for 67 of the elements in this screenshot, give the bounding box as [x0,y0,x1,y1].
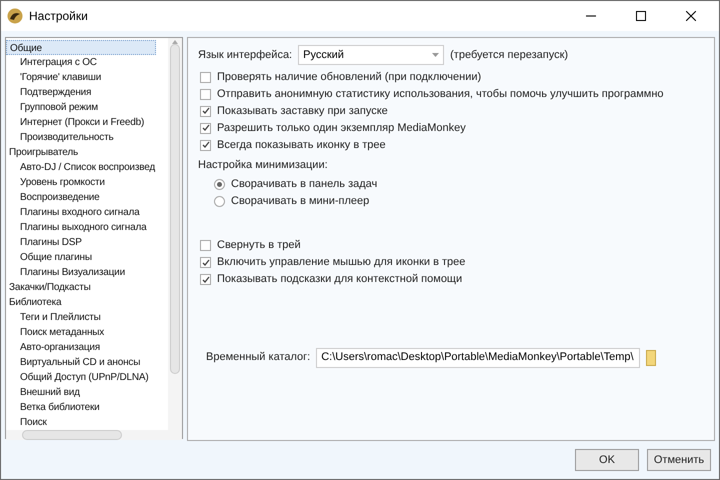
checkmark-icon [202,276,210,284]
maximize-icon [636,11,646,21]
dialog-button[interactable]: Отменить [647,449,711,471]
checkbox-label: Свернуть в трей [217,238,301,254]
checkbox-label: Отправить анонимную статистику использования, чтобы помочь улучшить программно [217,86,664,102]
checkbox[interactable] [200,274,211,285]
checkbox-label: Показывать заставку при запуске [217,104,388,119]
checkbox-label: Показывать подсказки для контекстной помощи [217,272,462,288]
vertical-scrollbar[interactable] [168,38,182,430]
checkbox[interactable] [200,122,211,134]
checkbox[interactable] [200,106,211,116]
checkmark-icon [202,141,210,149]
checkbox[interactable] [200,72,211,82]
temp-folder-field[interactable]: C:\Users\romac\Desktop\Portable\MediaMonkey\Portable\Temp\ [316,348,640,368]
tree-item[interactable]: Ветка библиотеки [6,400,100,415]
tree-item[interactable]: Интернет (Прокси и Freedb) [6,115,144,130]
tree-item[interactable]: Общий Доступ (UPnP/DLNA) [6,370,148,385]
checkbox[interactable] [200,140,211,150]
tree-item[interactable]: Воспроизведение [6,190,100,205]
checkbox-label: Разрешить только один экземпляр MediaMonkey [217,120,466,136]
folder-icon[interactable] [646,350,656,366]
tree-item[interactable]: Закачки/Подкасты [6,280,91,295]
tree-item[interactable]: Производительность [6,130,114,145]
tree-item[interactable]: Подтверждения [6,85,92,100]
language-dropdown[interactable]: Русский [298,45,444,65]
tree-item[interactable]: Уровень громкости [6,175,105,190]
radio-button[interactable] [214,196,225,207]
tree-item[interactable]: Групповой режим [6,100,98,115]
tree-item[interactable]: Виртуальный CD и анонсы [6,355,140,370]
radio-button[interactable] [214,179,225,190]
language-label: Язык интерфейса: [198,48,292,63]
horizontal-scrollbar[interactable] [6,430,182,440]
tree-item[interactable]: Плагины Визуализации [6,265,125,280]
tree-item[interactable]: Авто-организация [6,340,100,355]
tree-item[interactable]: Общие плагины [6,250,92,265]
tree-item[interactable]: Теги и Плейлисты [6,310,101,325]
checkbox[interactable] [200,257,211,268]
app-logo-icon [7,8,23,24]
checkbox-label: Включить управление мышью для иконки в трее [217,255,466,270]
tree-item[interactable]: Библиотека [6,295,62,310]
dropdown-caret-icon [432,53,440,57]
checkmark-icon [202,107,210,115]
radio-label: Сворачивать в панель задач [231,177,378,192]
tree-item[interactable]: Плагины DSP [6,235,82,250]
minimize-section-label: Настройка минимизации: [198,158,329,173]
tree-item[interactable]: Внешний вид [6,385,80,400]
tree-item[interactable]: Авто-DJ / Список воспроизвед [6,160,155,175]
checkbox-label: Всегда показывать иконку в трее [217,138,386,153]
tree-item[interactable]: Поиск [6,415,47,430]
tree-item[interactable]: Интеграция с ОС [6,55,97,70]
close-icon [686,11,696,21]
checkmark-icon [202,124,210,132]
tree-item[interactable]: Поиск метаданных [6,325,104,340]
checkmark-icon [202,258,210,266]
temp-folder-label: Временный каталог: [206,350,310,366]
dialog-button[interactable]: OK [575,449,639,471]
checkbox-label: Проверять наличие обновлений (при подключении) [217,70,482,85]
window-title: Настройки [29,8,88,25]
checkbox[interactable] [200,88,211,100]
tree-item[interactable]: Общие [6,40,156,55]
checkbox[interactable] [200,240,211,251]
tree-item[interactable]: Плагины выходного сигнала [6,220,146,235]
tree-item[interactable]: Проигрыватель [6,145,78,160]
radio-label: Сворачивать в мини-плеер [231,194,370,210]
tree-item[interactable]: Плагины входного сигнала [6,205,140,220]
restart-note: (требуется перезапуск) [450,48,568,63]
tree-item[interactable]: 'Горячие' клавиши [6,70,102,85]
